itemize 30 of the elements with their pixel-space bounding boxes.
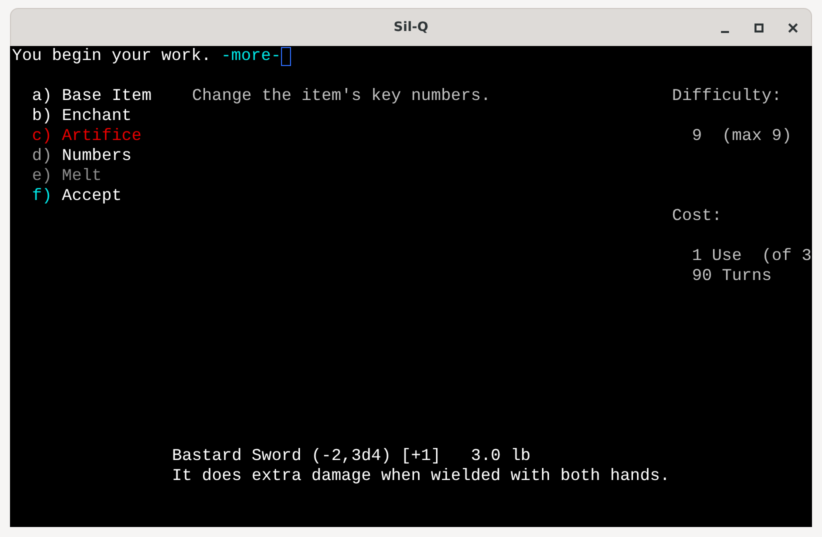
menu-key[interactable]: e) [32,166,52,186]
item-weight: 3.0 lb [470,446,531,466]
item-description: It does extra damage when wielded with both hands. [172,466,670,486]
menu-key[interactable]: f) [32,186,52,206]
difficulty-value: 9 [692,126,702,146]
menu-item[interactable]: Accept [62,186,122,206]
description-text: Change the item's key numbers. [192,86,491,106]
maximize-icon [754,23,764,33]
message-text: You begin your work. [12,46,212,66]
cost-label: Cost: [672,206,722,226]
difficulty-max: (max 9) [722,126,792,146]
menu-key[interactable]: a) [32,86,52,106]
item-name: Bastard Sword (-2,3d4) [+1] [172,446,441,466]
minimize-icon [721,31,729,33]
cost-turns: 90 Turns [692,266,772,286]
menu-item[interactable]: Base Item [62,86,152,106]
cost-uses-total: (of 3 [762,246,812,266]
difficulty-label: Difficulty: [672,86,782,106]
menu-item[interactable]: Numbers [62,146,132,166]
text-cursor [280,46,291,66]
cost-uses: 1 Use [692,246,742,266]
menu-key[interactable]: b) [32,106,52,126]
menu-item[interactable]: Enchant [62,106,132,126]
menu-item[interactable]: Artifice [62,126,142,146]
window-title: Sil-Q [394,20,428,35]
menu-item[interactable]: Melt [62,166,102,186]
close-icon [788,23,798,33]
more-prompt: -more- [221,46,281,66]
menu-key[interactable]: d) [32,146,52,166]
menu-key[interactable]: c) [32,126,52,146]
